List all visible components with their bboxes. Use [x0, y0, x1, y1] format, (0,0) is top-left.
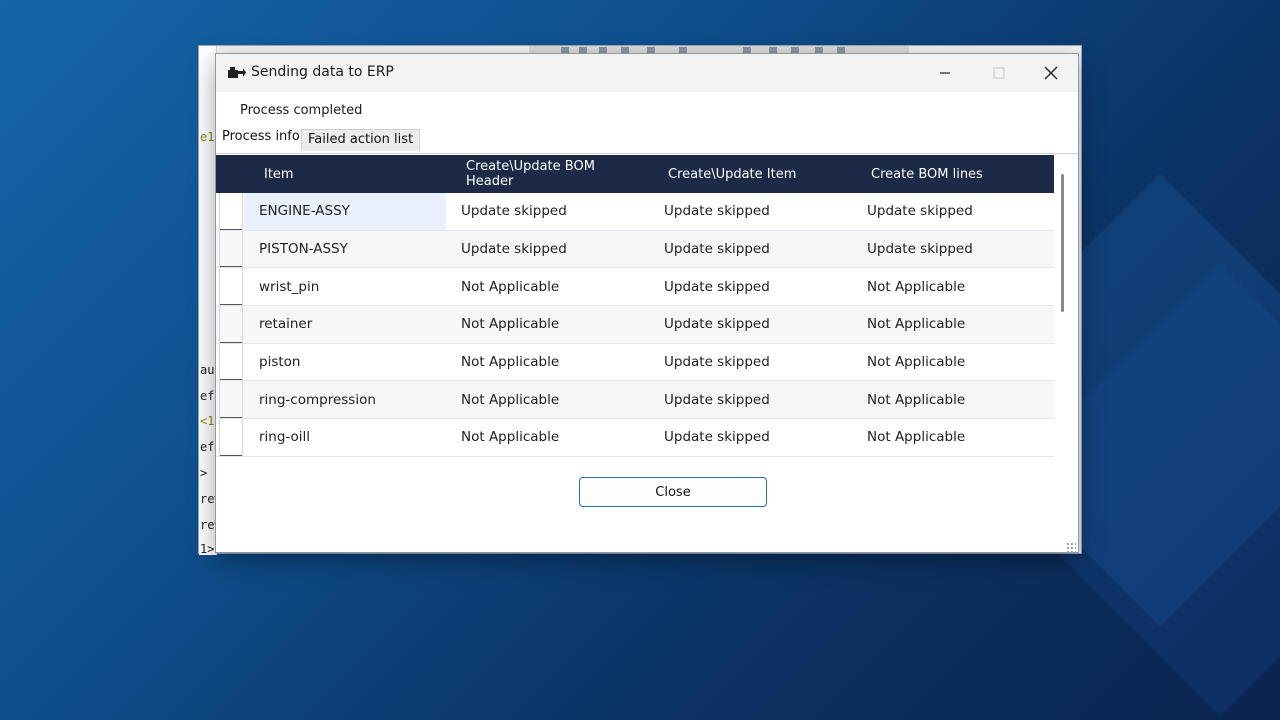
parent-code-snippet: efa: [200, 440, 216, 454]
table-row[interactable]: piston Not Applicable Update skipped Not Ap…: [216, 343, 1054, 382]
status-cell[interactable]: Not Applicable: [867, 419, 965, 456]
tab-process-info[interactable]: Process info: [216, 127, 306, 151]
row-selector[interactable]: [219, 268, 243, 306]
results-grid: Item Create\Update BOM Header Create\Upd…: [216, 153, 1078, 466]
column-header-update-item[interactable]: Create\Update Item: [668, 155, 858, 193]
status-cell[interactable]: Update skipped: [664, 231, 770, 268]
table-row[interactable]: wrist_pin Not Applicable Update skipped Not…: [216, 268, 1054, 307]
item-name-cell[interactable]: ring-compression: [244, 381, 446, 418]
status-cell[interactable]: Not Applicable: [461, 306, 559, 343]
parent-code-snippet: > (: [200, 466, 216, 480]
vertical-scrollbar[interactable]: [1061, 174, 1064, 312]
status-cell[interactable]: Not Applicable: [867, 344, 965, 381]
status-cell[interactable]: Update skipped: [664, 419, 770, 456]
grid-body: ENGINE-ASSY Update skipped Update skipped U…: [216, 193, 1054, 457]
process-status: Process completed: [240, 103, 363, 118]
parent-code-snippet: e1: [200, 130, 215, 144]
close-button[interactable]: Close: [579, 477, 767, 507]
table-row[interactable]: ring-compression Not Applicable Update ski…: [216, 381, 1054, 420]
item-name-cell[interactable]: ENGINE-ASSY: [244, 193, 446, 230]
table-row[interactable]: retainer Not Applicable Update skipped Not …: [216, 306, 1054, 344]
parent-code-snippet: 1>: [200, 542, 215, 556]
grid-header: Item Create\Update BOM Header Create\Upd…: [216, 155, 1054, 193]
maximize-icon: [993, 67, 1005, 79]
minimize-button[interactable]: [918, 54, 972, 92]
erp-dialog: Sending data to ERP Process completed Pr…: [215, 53, 1079, 553]
parent-code-snippet: rew: [200, 492, 216, 506]
item-name-cell[interactable]: wrist_pin: [244, 268, 446, 305]
item-name-cell[interactable]: ring-oill: [244, 419, 446, 456]
table-row[interactable]: PISTON-ASSY Update skipped Update skipped U…: [216, 230, 1054, 269]
column-header-item[interactable]: Item: [264, 155, 454, 193]
resize-grip[interactable]: [1066, 542, 1076, 552]
status-cell[interactable]: Update skipped: [664, 268, 770, 305]
status-cell[interactable]: Not Applicable: [461, 419, 559, 456]
status-cell[interactable]: Update skipped: [867, 231, 973, 268]
status-cell[interactable]: Update skipped: [867, 193, 973, 230]
status-cell[interactable]: Update skipped: [664, 306, 770, 343]
parent-code-snippet: efa: [200, 389, 216, 403]
tab-failed-action-list[interactable]: Failed action list: [301, 129, 421, 151]
item-name-cell[interactable]: PISTON-ASSY: [244, 231, 446, 268]
column-header-bom-lines[interactable]: Create BOM lines: [871, 155, 1051, 193]
row-selector[interactable]: [219, 306, 243, 343]
row-selector[interactable]: [219, 381, 243, 419]
status-cell[interactable]: Update skipped: [461, 193, 567, 230]
row-selector[interactable]: [219, 193, 243, 230]
status-cell[interactable]: Not Applicable: [867, 268, 965, 305]
parent-code-snippet: <1>: [200, 414, 216, 428]
item-name-cell[interactable]: piston: [244, 344, 446, 381]
close-window-button[interactable]: [1024, 54, 1078, 92]
status-cell[interactable]: Update skipped: [664, 193, 770, 230]
row-selector[interactable]: [219, 230, 243, 268]
row-selector[interactable]: [219, 343, 243, 381]
status-cell[interactable]: Update skipped: [461, 231, 567, 268]
item-name-cell[interactable]: retainer: [244, 306, 446, 343]
close-icon: [1044, 66, 1058, 80]
row-selector[interactable]: [219, 419, 243, 456]
status-cell[interactable]: Not Applicable: [867, 306, 965, 343]
maximize-button[interactable]: [972, 54, 1026, 92]
status-cell[interactable]: Not Applicable: [867, 381, 965, 418]
minimize-icon: [940, 72, 950, 74]
erp-send-icon: [226, 65, 246, 81]
table-row[interactable]: ENGINE-ASSY Update skipped Update skipped U…: [216, 193, 1054, 231]
status-cell[interactable]: Not Applicable: [461, 381, 559, 418]
parent-code-snippet: au: [200, 363, 215, 377]
status-cell[interactable]: Not Applicable: [461, 268, 559, 305]
status-cell[interactable]: Update skipped: [664, 344, 770, 381]
status-cell[interactable]: Update skipped: [664, 381, 770, 418]
dialog-titlebar[interactable]: Sending data to ERP: [216, 54, 1078, 92]
parent-code-snippet: rew: [200, 518, 216, 532]
column-header-bom-header[interactable]: Create\Update BOM Header: [466, 155, 616, 193]
table-row[interactable]: ring-oill Not Applicable Update skipped Not…: [216, 419, 1054, 457]
status-cell[interactable]: Not Applicable: [461, 344, 559, 381]
dialog-title: Sending data to ERP: [251, 64, 394, 80]
